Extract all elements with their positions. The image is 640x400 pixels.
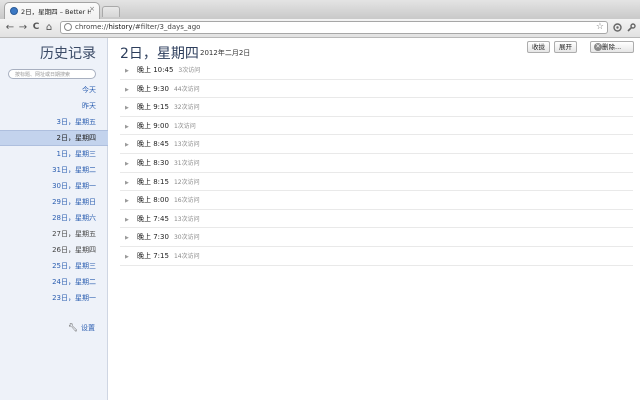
visit-count: 44次访问 xyxy=(173,85,200,93)
main-content: 2日，星期四 2012年二月2日 收拢 展开 ✕ 删除... ▶ 晚上 10:45 3… xyxy=(109,38,640,400)
expand-caret-icon[interactable]: ▶ xyxy=(120,248,137,267)
visit-count: 16次访问 xyxy=(173,197,200,205)
visit-time: 晚上 9:00 xyxy=(137,121,169,130)
visit-group-row[interactable]: ▶ 晚上 9:00 1次访问 xyxy=(120,117,633,136)
visit-group-row[interactable]: ▶ 晚上 8:45 13次访问 xyxy=(120,135,633,154)
wrench-menu-icon[interactable] xyxy=(625,21,637,34)
expand-caret-icon[interactable]: ▶ xyxy=(120,81,137,100)
bookmark-star-icon[interactable]: ☆ xyxy=(596,22,604,32)
expand-caret-icon[interactable]: ▶ xyxy=(120,136,137,155)
sidebar: 历史记录 按标题、网址或日期搜索 今天 昨天 3日，星期五 2日，星期四 1日，星期三 3… xyxy=(0,38,108,400)
page-info-icon[interactable] xyxy=(64,23,72,31)
browser-tab[interactable]: 2日，星期四 – Better History × xyxy=(4,2,100,19)
visit-group-row[interactable]: ▶ 晚上 7:30 30次访问 xyxy=(120,228,633,247)
page-title: 2日，星期四 xyxy=(120,46,199,62)
sidebar-title: 历史记录 xyxy=(40,46,96,62)
visit-group-row[interactable]: ▶ 晚上 9:30 44次访问 xyxy=(120,80,633,99)
sidebar-date-item[interactable]: 3日，星期五 xyxy=(0,114,108,130)
visit-count: 3次访问 xyxy=(178,67,201,74)
sidebar-date-item[interactable]: 26日，星期四 xyxy=(0,242,108,258)
visit-time: 晚上 7:15 xyxy=(137,251,169,260)
visit-group-row[interactable]: ▶ 晚上 10:45 3次访问 xyxy=(120,61,633,80)
visit-group-row[interactable]: ▶ 晚上 7:45 13次访问 xyxy=(120,210,633,229)
home-icon[interactable]: ⌂ xyxy=(43,21,55,34)
tab-title: 2日，星期四 – Better History xyxy=(21,8,91,16)
visit-time: 晚上 8:45 xyxy=(137,140,169,149)
reload-icon[interactable]: C xyxy=(30,21,42,34)
visit-time: 晚上 7:30 xyxy=(137,233,169,242)
address-url[interactable]: chrome://history/#filter/3_days_ago xyxy=(75,23,200,31)
visit-group-row[interactable]: ▶ 晚上 8:00 16次访问 xyxy=(120,191,633,210)
search-input[interactable]: 按标题、网址或日期搜索 xyxy=(8,69,96,79)
settings-link[interactable]: 🔧︎ 设置 xyxy=(68,323,95,333)
visit-time: 晚上 9:30 xyxy=(137,84,169,93)
collapse-button[interactable]: 收拢 xyxy=(527,41,550,53)
expand-caret-icon[interactable]: ▶ xyxy=(120,211,137,230)
visit-count: 14次访问 xyxy=(173,252,200,260)
visit-count: 1次访问 xyxy=(173,122,196,130)
visit-count: 13次访问 xyxy=(173,141,200,149)
favicon-icon xyxy=(10,7,18,15)
visit-group-row[interactable]: ▶ 晚上 9:15 32次访问 xyxy=(120,98,633,117)
sidebar-date-item[interactable]: 27日，星期五 xyxy=(0,226,108,242)
sidebar-date-item[interactable]: 24日，星期二 xyxy=(0,274,108,290)
visit-count: 13次访问 xyxy=(173,215,200,223)
expand-caret-icon[interactable]: ▶ xyxy=(120,99,137,118)
expand-caret-icon[interactable]: ▶ xyxy=(120,118,137,137)
visit-time: 晚上 7:45 xyxy=(137,214,169,223)
sidebar-date-item[interactable]: 31日，星期二 xyxy=(0,162,108,178)
back-icon[interactable]: ← xyxy=(4,21,16,34)
extension-icon[interactable] xyxy=(611,21,623,34)
expand-button[interactable]: 展开 xyxy=(554,41,577,53)
visit-group-row[interactable]: ▶ 晚上 8:30 31次访问 xyxy=(120,154,633,173)
visit-group-row[interactable]: ▶ 晚上 8:15 12次访问 xyxy=(120,173,633,192)
visit-count: 30次访问 xyxy=(173,234,200,242)
sidebar-date-item[interactable]: 25日，星期三 xyxy=(0,258,108,274)
sidebar-date-item[interactable]: 2日，星期四 xyxy=(0,130,108,146)
expand-caret-icon[interactable]: ▶ xyxy=(120,229,137,248)
visit-group-row[interactable]: ▶ 晚上 7:15 14次访问 xyxy=(120,247,633,266)
browser-toolbar: ← → C ⌂ chrome://history/#filter/3_days_… xyxy=(0,19,640,38)
sidebar-date-item[interactable]: 今天 xyxy=(0,82,108,98)
visit-groups: ▶ 晚上 10:45 3次访问 ▶ 晚上 9:30 44次访问 ▶ 晚上 9:15 32次访问 ▶… xyxy=(120,61,633,266)
visit-count: 32次访问 xyxy=(173,104,200,112)
sidebar-date-item[interactable]: 30日，星期一 xyxy=(0,178,108,194)
wrench-icon: 🔧︎ xyxy=(67,323,78,332)
expand-caret-icon[interactable]: ▶ xyxy=(120,174,137,193)
visit-time: 晚上 9:15 xyxy=(137,103,169,112)
sidebar-date-item[interactable]: 29日，星期日 xyxy=(0,194,108,210)
tab-close-icon[interactable]: × xyxy=(89,5,95,13)
address-bar[interactable]: chrome://history/#filter/3_days_ago ☆ xyxy=(60,21,608,34)
browser-titlebar: 2日，星期四 – Better History × xyxy=(0,0,640,20)
sidebar-date-item[interactable]: 28日，星期六 xyxy=(0,210,108,226)
sidebar-date-item[interactable]: 昨天 xyxy=(0,98,108,114)
delete-icon: ✕ xyxy=(594,43,602,51)
date-list: 今天 昨天 3日，星期五 2日，星期四 1日，星期三 31日，星期二 30日，星期一 29日，… xyxy=(0,82,108,306)
expand-caret-icon[interactable]: ▶ xyxy=(120,192,137,211)
new-tab-button[interactable] xyxy=(102,6,120,17)
expand-caret-icon[interactable]: ▶ xyxy=(120,62,137,81)
visit-count: 31次访问 xyxy=(173,159,200,167)
visit-time: 晚上 8:30 xyxy=(137,158,169,167)
sidebar-date-item[interactable]: 23日，星期一 xyxy=(0,290,108,306)
visit-count: 12次访问 xyxy=(173,178,200,186)
visit-time: 晚上 8:00 xyxy=(137,196,169,205)
sidebar-date-item[interactable]: 1日，星期三 xyxy=(0,146,108,162)
expand-caret-icon[interactable]: ▶ xyxy=(120,155,137,174)
visit-time: 晚上 8:15 xyxy=(137,177,169,186)
visit-time: 晚上 10:45 xyxy=(137,66,174,74)
forward-icon[interactable]: → xyxy=(17,21,29,34)
page-date: 2012年二月2日 xyxy=(200,49,251,57)
delete-button[interactable]: ✕ 删除... xyxy=(590,41,634,53)
